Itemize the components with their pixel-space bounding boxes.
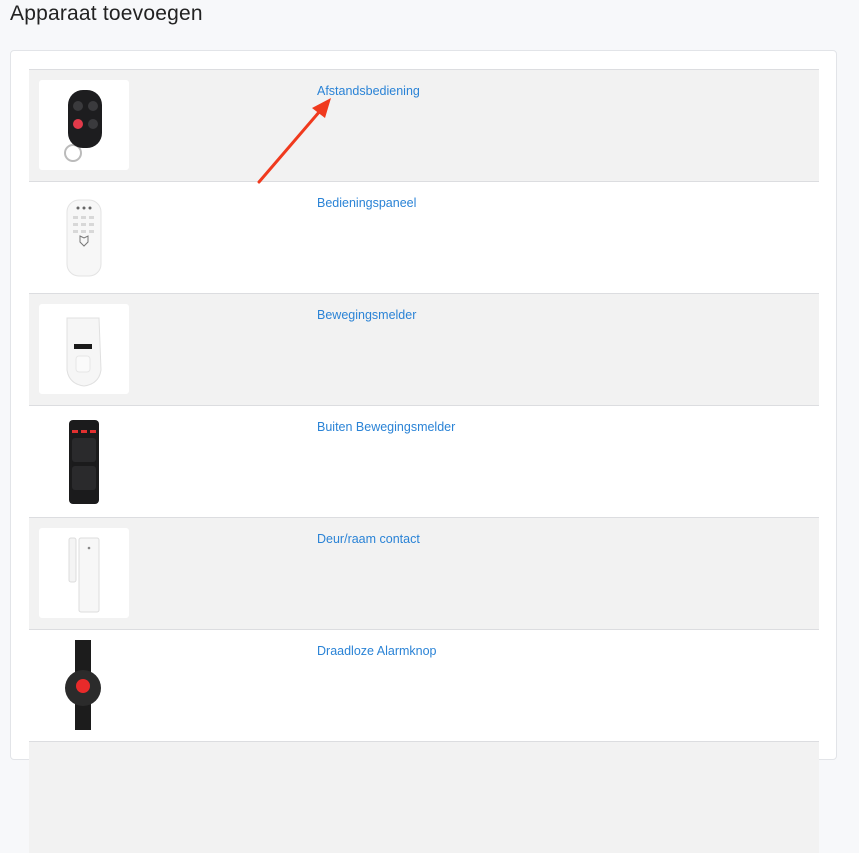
device-list-card: Afstandsbediening Bedieningspaneel Beweg… — [10, 50, 837, 853]
device-row-deur-raam-contact[interactable]: Deur/raam contact — [29, 517, 819, 629]
outdoor-motion-sensor-icon[interactable] — [39, 416, 129, 506]
panic-button-icon[interactable] — [39, 640, 129, 730]
device-link-deur-raam-contact[interactable]: Deur/raam contact — [317, 532, 420, 546]
door-window-contact-icon[interactable] — [39, 528, 129, 618]
device-row-buiten-bewegingsmelder[interactable]: Buiten Bewegingsmelder — [29, 405, 819, 517]
page-title: Apparaat toevoegen — [10, 2, 203, 25]
device-row-bedieningspaneel[interactable]: Bedieningspaneel — [29, 181, 819, 293]
device-link-buiten-bewegingsmelder[interactable]: Buiten Bewegingsmelder — [317, 420, 455, 434]
keypad-icon[interactable] — [39, 192, 129, 282]
device-row-draadloze-alarmknop[interactable]: Draadloze Alarmknop — [29, 629, 819, 741]
remote-keyfob-icon[interactable] — [39, 80, 129, 170]
device-row-partial — [29, 741, 819, 853]
device-link-afstandsbediening[interactable]: Afstandsbediening — [317, 84, 420, 98]
device-row-afstandsbediening[interactable]: Afstandsbediening — [29, 69, 819, 181]
device-link-bedieningspaneel[interactable]: Bedieningspaneel — [317, 196, 416, 210]
motion-sensor-icon[interactable] — [39, 304, 129, 394]
device-link-bewegingsmelder[interactable]: Bewegingsmelder — [317, 308, 416, 322]
device-list: Afstandsbediening Bedieningspaneel Beweg… — [29, 69, 819, 853]
device-link-draadloze-alarmknop[interactable]: Draadloze Alarmknop — [317, 644, 437, 658]
device-row-bewegingsmelder[interactable]: Bewegingsmelder — [29, 293, 819, 405]
